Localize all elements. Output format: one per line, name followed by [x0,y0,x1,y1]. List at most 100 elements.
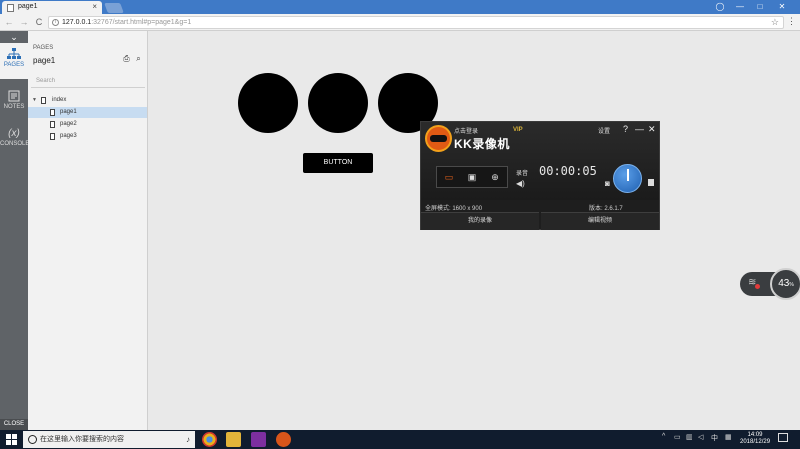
window-icon[interactable]: ▣ [464,171,480,183]
capture-mode-group: ▭ ▣ ⊕ [436,166,508,188]
circle-shape [238,73,298,133]
reload-button[interactable]: C [33,16,45,29]
browser-tab[interactable]: page1 × [2,1,102,14]
volume-icon[interactable]: ◁ [698,433,703,441]
help-button[interactable]: ? [623,124,628,134]
mic-icon[interactable]: ♪ [186,431,190,448]
browser-toolbar: ← → C i 127.0.0.1:32767/start.html#p=pag… [0,14,800,31]
windows-start-icon[interactable] [6,434,17,445]
collapse-chevron-icon[interactable]: ⌄ [0,31,28,43]
keyboard-icon[interactable]: ▦ [725,433,732,441]
file-explorer-icon[interactable] [226,432,241,447]
export-icon[interactable]: ⎙ [122,54,131,63]
search-pages-icon[interactable]: ⌕ [134,54,143,63]
rail-label-notes: NOTES [3,104,25,110]
maximize-window-button[interactable]: □ [752,0,768,13]
monitor-icon[interactable]: ▭ [441,171,457,183]
taskbar-search-input[interactable]: 在这里输入你要搜索的内容 ♪ [23,431,195,448]
url-host: 127.0.0.1 [62,19,92,26]
vip-badge[interactable]: VIP [513,127,523,133]
pages-panel: PAGES page1 ⎙ ⌕ Search ▼ index page1 pag… [28,31,148,430]
tree-item-label: page1 [60,109,77,115]
info-icon[interactable]: i [52,19,59,26]
tree-item-label: page3 [60,133,77,139]
close-panel-button[interactable]: CLOSE [0,419,28,430]
tree-item-page1[interactable]: page1 [28,107,147,118]
chrome-app-icon[interactable] [202,432,217,447]
mic-label[interactable]: 录音 [516,168,528,177]
left-rail: ⌄ PAGES NOTES (x) CONSOLE CLOSE [0,31,30,430]
circle-shape [308,73,368,133]
page-icon [41,97,46,104]
notes-icon [8,90,20,102]
rail-label-console: CONSOLE [0,141,30,147]
app-name: KK录像机 [454,137,510,151]
tree-item-label: index [52,97,67,103]
gamepad-icon[interactable]: ⊕ [487,171,503,183]
network-icon[interactable]: ▥ [686,433,693,441]
close-button[interactable]: ✕ [648,124,656,135]
tray-caret-icon[interactable]: ^ [662,433,665,440]
tree-item-page3[interactable]: page3 [28,131,147,142]
forward-button[interactable]: → [18,16,30,29]
page-icon [7,4,14,12]
profile-icon[interactable]: ◯ [712,0,728,13]
rail-item-console[interactable]: (x) CONSOLE [0,123,30,159]
prototype-canvas: BUTTON [148,31,800,430]
url-path: :32767/start.html#p=page1&g=1 [91,19,192,26]
axure-app-icon[interactable] [251,432,266,447]
tree-item-page2[interactable]: page2 [28,119,147,130]
bookmark-star-icon[interactable]: ☆ [771,17,779,28]
tree-item-index[interactable]: ▼ index [28,95,147,106]
edit-video-button[interactable]: 编辑视频 [541,212,659,230]
recorder-header: 点击登录 VIP KK录像机 设置 ? — ✕ ▭ ▣ ⊕ 录音 ◀) 00:0… [421,122,659,200]
login-link[interactable]: 点击登录 [454,126,478,135]
stop-icon[interactable] [648,179,654,186]
recording-timer: 00:00:05 [539,164,597,178]
usage-percent: 43% [770,268,800,300]
prototype-button[interactable]: BUTTON [303,153,373,173]
rail-item-notes[interactable]: NOTES [0,85,28,121]
speaker-icon[interactable]: ◀) [516,179,525,188]
taskbar-clock[interactable]: 14:09 2018/12/29 [740,432,770,446]
resolution-text: 全屏模式: 1600 x 900 [425,206,483,212]
new-tab-button[interactable] [104,3,124,13]
clock-time: 14:09 [747,432,763,438]
taskbar: 在这里输入你要搜索的内容 ♪ ^ ▭ ▥ ◁ 中 ▦ 14:09 2018/12… [0,430,800,449]
rail-item-pages[interactable]: PAGES [0,43,28,79]
current-page-name: page1 [33,56,56,65]
close-window-button[interactable]: ✕ [774,0,790,13]
variable-icon: (x) [8,128,20,139]
minimize-button[interactable]: — [635,124,644,134]
minimize-window-button[interactable]: — [732,0,748,13]
camera-icon[interactable]: ◙ [605,179,610,188]
tab-close-icon[interactable]: × [92,2,97,11]
panel-title: PAGES [33,45,54,51]
expand-triangle-icon[interactable]: ▼ [32,95,37,106]
kk-recorder-window: 点击登录 VIP KK录像机 设置 ? — ✕ ▭ ▣ ⊕ 录音 ◀) 00:0… [420,121,660,230]
browser-menu-icon[interactable]: ⋮ [787,16,796,27]
browser-tab-strip: page1 × ◯ — □ ✕ [0,0,800,14]
page-search-input[interactable]: Search [31,75,145,88]
kk-app-icon[interactable] [276,432,291,447]
page-icon [50,121,55,128]
my-recordings-button[interactable]: 我的录像 [421,212,539,230]
sitemap-icon [7,48,21,59]
rail-label-pages: PAGES [3,62,25,68]
address-bar[interactable]: i 127.0.0.1:32767/start.html#p=page1&g=1… [48,16,784,29]
tab-title: page1 [18,3,38,10]
cortana-icon [28,435,37,444]
search-placeholder: 在这里输入你要搜索的内容 [40,436,124,443]
settings-link[interactable]: 设置 [598,126,610,135]
page-icon [50,109,55,116]
battery-icon[interactable]: ▭ [674,433,681,441]
ime-icon[interactable]: 中 [711,433,718,443]
record-button[interactable] [613,164,642,193]
tree-item-label: page2 [60,121,77,127]
network-widget[interactable]: ≋ 43% [740,268,800,300]
back-button[interactable]: ← [3,16,15,29]
usage-value: 43 [778,278,790,289]
notification-icon[interactable] [778,433,788,442]
clock-date: 2018/12/29 [740,439,771,445]
kk-logo-icon [425,125,452,152]
